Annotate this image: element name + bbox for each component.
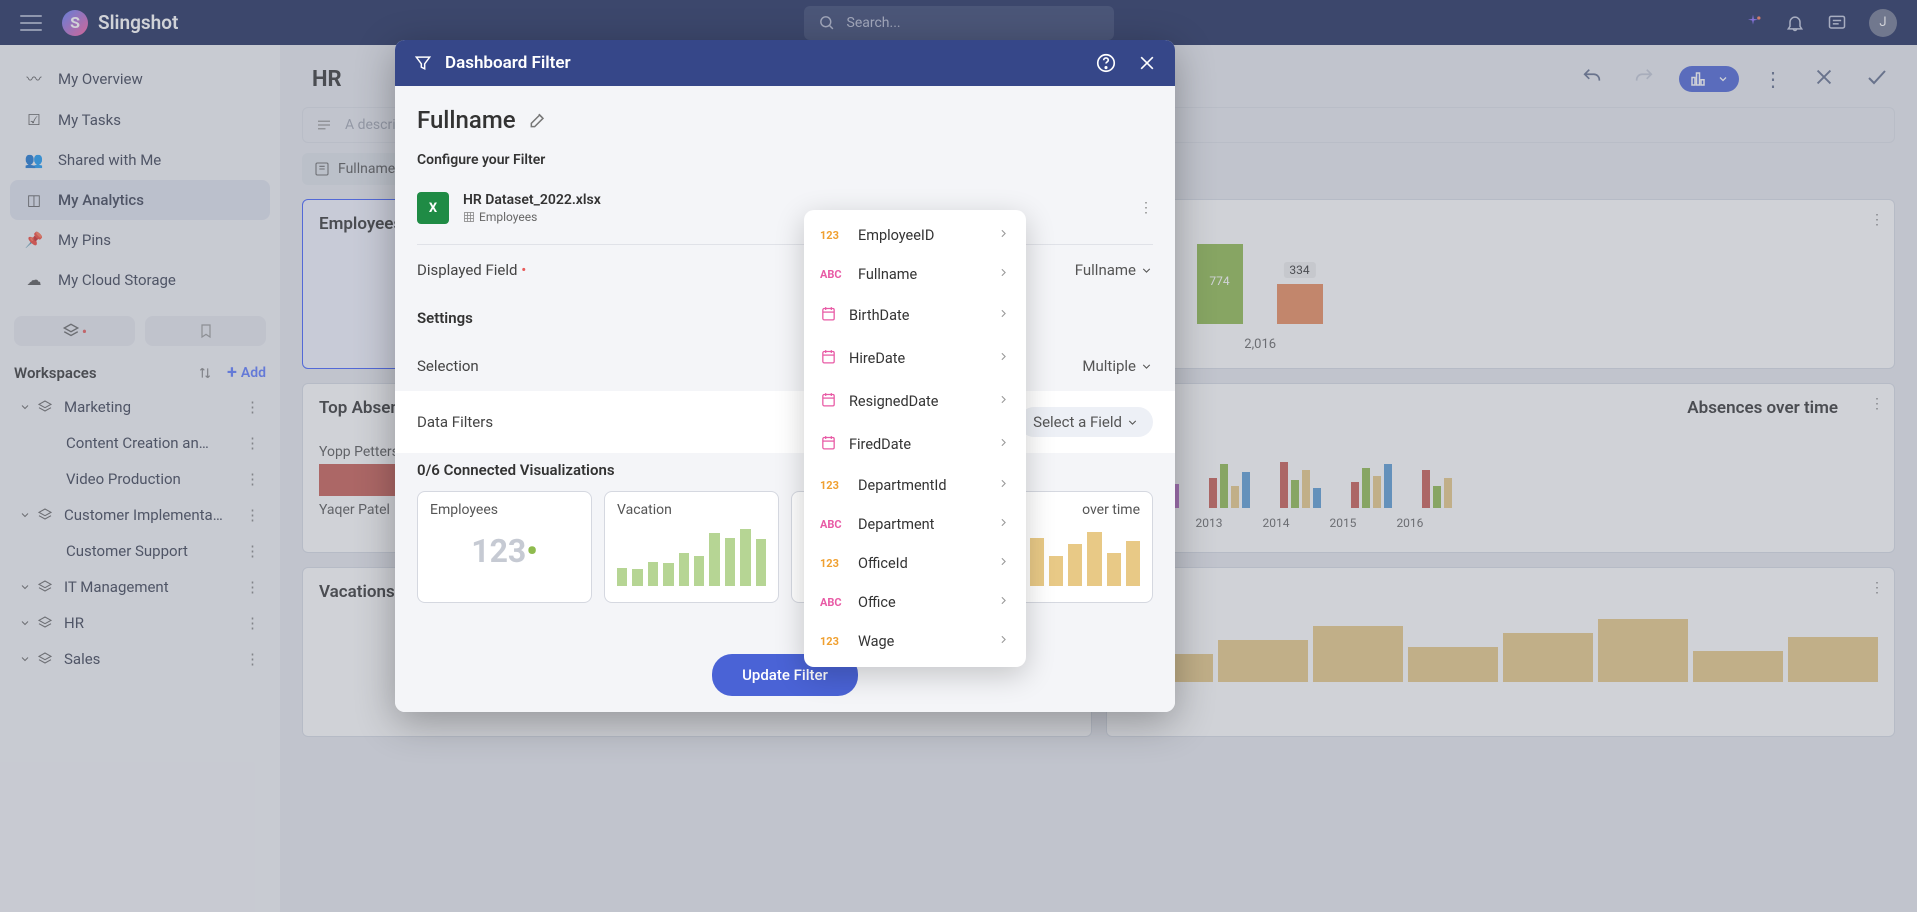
chevron-right-icon: [997, 594, 1010, 611]
field-name: EmployeeID: [858, 227, 985, 244]
field-option[interactable]: 123 EmployeeID: [804, 216, 1026, 255]
data-filters-label: Data Filters: [417, 413, 493, 431]
field-name: HireDate: [849, 350, 985, 367]
field-name: OfficeId: [858, 555, 985, 572]
chevron-right-icon: [997, 633, 1010, 650]
viz-card-vacation[interactable]: Vacation: [604, 491, 779, 603]
field-name: Fullname: [858, 266, 985, 283]
filter-icon: [413, 53, 433, 73]
chevron-right-icon: [997, 393, 1010, 410]
field-option[interactable]: 123 OfficeId: [804, 544, 1026, 583]
configure-label: Configure your Filter: [417, 152, 1153, 168]
text-type-icon: ABC: [820, 518, 846, 531]
date-type-icon: [820, 434, 837, 455]
field-name: BirthDate: [849, 307, 985, 324]
number-type-icon: 123: [820, 479, 846, 492]
field-option[interactable]: HireDate: [804, 337, 1026, 380]
datasource-menu[interactable]: ⋮: [1139, 200, 1153, 216]
field-name: DepartmentId: [858, 477, 985, 494]
field-name: Wage: [858, 633, 985, 650]
number-type-icon: 123: [820, 229, 846, 242]
excel-icon: X: [417, 192, 449, 224]
chevron-right-icon: [997, 555, 1010, 572]
filter-name: Fullname: [417, 106, 516, 134]
field-option[interactable]: ResignedDate: [804, 380, 1026, 423]
field-name: FiredDate: [849, 436, 985, 453]
text-type-icon: ABC: [820, 268, 846, 281]
edit-icon[interactable]: [528, 110, 548, 130]
field-option[interactable]: BirthDate: [804, 294, 1026, 337]
text-type-icon: ABC: [820, 596, 846, 609]
datasource-sheet: Employees: [479, 210, 537, 224]
displayed-field-label: Displayed Field: [417, 261, 518, 279]
connected-viz-label: 0/6 Connected Visualizations: [417, 453, 1153, 491]
chevron-right-icon: [997, 436, 1010, 453]
field-option[interactable]: 123 DepartmentId: [804, 466, 1026, 505]
field-name: ResignedDate: [849, 393, 985, 410]
chevron-right-icon: [997, 516, 1010, 533]
date-type-icon: [820, 305, 837, 326]
field-name: Department: [858, 516, 985, 533]
number-type-icon: 123: [820, 635, 846, 648]
field-option[interactable]: ABC Office: [804, 583, 1026, 622]
field-option[interactable]: ABC Department: [804, 505, 1026, 544]
field-name: Office: [858, 594, 985, 611]
date-type-icon: [820, 391, 837, 412]
chevron-right-icon: [997, 350, 1010, 367]
help-icon[interactable]: [1095, 52, 1117, 74]
selection-dropdown[interactable]: Multiple: [1082, 357, 1153, 375]
field-option[interactable]: ABC Fullname: [804, 255, 1026, 294]
chevron-right-icon: [997, 477, 1010, 494]
field-option[interactable]: 123 Wage: [804, 622, 1026, 661]
modal-title: Dashboard Filter: [445, 53, 571, 73]
datasource-row[interactable]: X HR Dataset_2022.xlsx Employees ⋮: [417, 184, 1153, 245]
settings-label: Settings: [417, 295, 1153, 341]
field-selector-popup: 123 EmployeeID ABC Fullname BirthDate HireDat…: [804, 210, 1026, 667]
chevron-right-icon: [997, 266, 1010, 283]
chevron-right-icon: [997, 227, 1010, 244]
kpi-placeholder: 123•: [430, 532, 579, 570]
field-option[interactable]: FiredDate: [804, 423, 1026, 466]
displayed-field-dropdown[interactable]: Fullname: [1075, 261, 1153, 279]
datasource-file: HR Dataset_2022.xlsx: [463, 192, 601, 208]
viz-card-employees[interactable]: Employees 123•: [417, 491, 592, 603]
close-icon[interactable]: [1137, 53, 1157, 73]
chevron-right-icon: [997, 307, 1010, 324]
number-type-icon: 123: [820, 557, 846, 570]
grid-icon: [463, 211, 475, 223]
data-filters-dropdown[interactable]: Select a Field: [1019, 407, 1153, 437]
selection-label: Selection: [417, 357, 479, 375]
date-type-icon: [820, 348, 837, 369]
dashboard-filter-modal: Dashboard Filter Fullname Configure your…: [395, 40, 1175, 712]
